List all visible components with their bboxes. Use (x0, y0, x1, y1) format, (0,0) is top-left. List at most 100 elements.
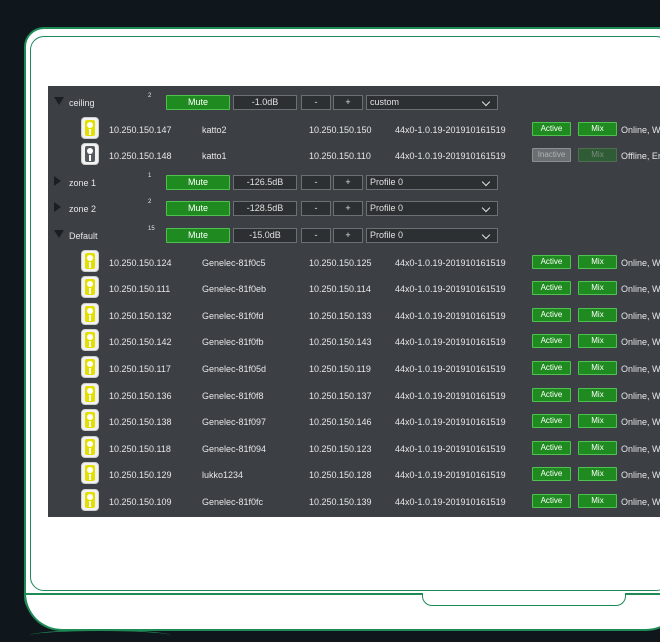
active-button[interactable]: Active (532, 387, 571, 402)
volume-down-button[interactable]: - (301, 174, 331, 190)
speaker-icon (81, 489, 99, 511)
volume-down-button[interactable]: - (301, 201, 331, 217)
group-device-count: 2 (148, 93, 152, 99)
speaker-icon (81, 462, 99, 485)
device-name: katto1 (202, 151, 227, 162)
active-button[interactable]: Active (532, 254, 571, 269)
active-button[interactable]: Active (532, 467, 571, 482)
device-ip-secondary: 10.250.150.110 (309, 151, 371, 162)
speaker-body (85, 492, 95, 508)
device-firmware: 44x0-1.0.19-201910161519 (395, 390, 506, 401)
mix-button[interactable]: Mix (578, 494, 617, 508)
active-button[interactable]: Active (532, 494, 571, 508)
expand-triangle-icon[interactable] (54, 175, 61, 186)
volume-field[interactable]: -1.0dB (233, 95, 297, 110)
device-status: Online, W (621, 257, 660, 268)
device-ip-secondary: 10.250.150.139 (309, 497, 372, 507)
device-row: 10.250.150.109 Genelec-81f0fc 10.250.150.1… (48, 487, 660, 513)
profile-select[interactable]: Profile 0 (366, 174, 498, 190)
speaker-body (85, 252, 95, 269)
device-firmware: 44x0-1.0.19-201910161519 (395, 337, 506, 348)
device-name: Genelec-81f0eb (202, 284, 267, 295)
device-firmware: 44x0-1.0.19-201910161519 (395, 497, 506, 507)
volume-up-button[interactable]: + (333, 95, 363, 110)
mix-button[interactable]: Mix (578, 361, 617, 375)
device-status: Online, W (621, 310, 660, 321)
group-row-zone-2: zone 2 2 Mute -128.5dB - + Profile 0 (48, 194, 660, 220)
volume-field[interactable]: -15.0dB (233, 228, 297, 243)
device-ip-secondary: 10.250.150.146 (309, 417, 372, 428)
chevron-down-icon (481, 97, 491, 107)
device-name: Genelec-81f0f8 (202, 390, 264, 401)
collapse-triangle-icon[interactable] (54, 230, 64, 238)
active-button[interactable]: Active (532, 334, 571, 349)
profile-select[interactable]: custom (366, 95, 498, 110)
device-ip: 10.250.150.129 (109, 470, 172, 481)
active-button[interactable]: Active (532, 361, 571, 375)
profile-select-value: Profile 0 (370, 230, 404, 240)
device-ip: 10.250.150.142 (109, 337, 172, 348)
device-row: 10.250.150.136 Genelec-81f0f8 10.250.150.1… (48, 381, 660, 407)
mix-button[interactable]: Mix (578, 414, 617, 429)
device-status: Online, W (621, 124, 660, 135)
device-ip-secondary: 10.250.150.114 (309, 284, 371, 295)
expand-triangle-icon[interactable] (54, 202, 61, 213)
device-ip: 10.250.150.138 (109, 417, 172, 428)
profile-select[interactable]: Profile 0 (366, 228, 498, 243)
speaker-icon (81, 356, 99, 378)
mix-button[interactable]: Mix (578, 307, 617, 322)
active-button[interactable]: Active (532, 281, 571, 296)
device-row: 10.250.150.124 Genelec-81f0c5 10.250.150.1… (48, 248, 660, 274)
volume-up-button[interactable]: + (333, 228, 363, 243)
speaker-body (85, 279, 95, 296)
group-row-zone-1: zone 1 1 Mute -126.5dB - + Profile 0 (48, 168, 660, 194)
device-name: lukko1234 (202, 470, 244, 481)
group-row-ceiling: ceiling 2 Mute -1.0dB - + custom (48, 88, 660, 114)
device-firmware: 44x0-1.0.19-201910161519 (395, 124, 506, 135)
device-row: 10.250.150.148 katto1 10.250.150.110 44x0-1… (48, 141, 660, 167)
profile-select[interactable]: Profile 0 (366, 201, 498, 217)
speaker-body (85, 146, 95, 163)
active-button[interactable]: Active (532, 414, 571, 429)
device-firmware: 44x0-1.0.19-201910161519 (395, 470, 506, 481)
group-name: zone 1 (69, 177, 97, 188)
speaker-body (85, 438, 95, 455)
mix-button[interactable]: Mix (578, 467, 617, 482)
device-ip: 10.250.150.136 (109, 390, 172, 401)
device-ip: 10.250.150.132 (109, 310, 172, 321)
mix-button[interactable]: Mix (578, 334, 617, 349)
mute-button[interactable]: Mute (166, 228, 230, 243)
mix-button[interactable]: Mix (578, 440, 617, 455)
mute-button[interactable]: Mute (166, 174, 230, 190)
volume-field[interactable]: -128.5dB (233, 201, 297, 217)
device-status: Online, W (621, 390, 660, 401)
volume-field[interactable]: -126.5dB (233, 174, 297, 190)
device-ip: 10.250.150.111 (109, 284, 171, 295)
active-button[interactable]: Active (532, 440, 571, 455)
speaker-icon (81, 249, 99, 272)
mute-button[interactable]: Mute (166, 201, 230, 217)
mix-button[interactable]: Mix (578, 121, 617, 136)
inactive-button[interactable]: Inactive (532, 148, 571, 163)
group-name: Default (69, 231, 98, 241)
volume-up-button[interactable]: + (333, 174, 363, 190)
volume-down-button[interactable]: - (301, 95, 331, 110)
active-button[interactable]: Active (532, 307, 571, 322)
device-row: 10.250.150.129 lukko1234 10.250.150.128 44x… (48, 460, 660, 486)
mix-button[interactable]: Mix (578, 254, 617, 269)
active-button[interactable]: Active (532, 121, 571, 136)
mix-button[interactable]: Mix (578, 387, 617, 402)
group-row-default: Default 15 Mute -15.0dB - + Profile 0 (48, 221, 660, 247)
device-ip: 10.250.150.124 (109, 257, 172, 268)
volume-down-button[interactable]: - (301, 228, 331, 243)
speaker-icon (81, 143, 99, 166)
device-ip-secondary: 10.250.150.143 (309, 337, 372, 348)
mute-button[interactable]: Mute (166, 95, 230, 110)
group-name: ceiling (69, 98, 95, 108)
mix-button[interactable]: Mix (578, 281, 617, 296)
collapse-triangle-icon[interactable] (54, 97, 64, 105)
mix-button[interactable]: Mix (578, 148, 617, 163)
volume-up-button[interactable]: + (333, 201, 363, 217)
device-firmware: 44x0-1.0.19-201910161519 (395, 310, 506, 321)
device-ip-secondary: 10.250.150.133 (309, 310, 372, 321)
